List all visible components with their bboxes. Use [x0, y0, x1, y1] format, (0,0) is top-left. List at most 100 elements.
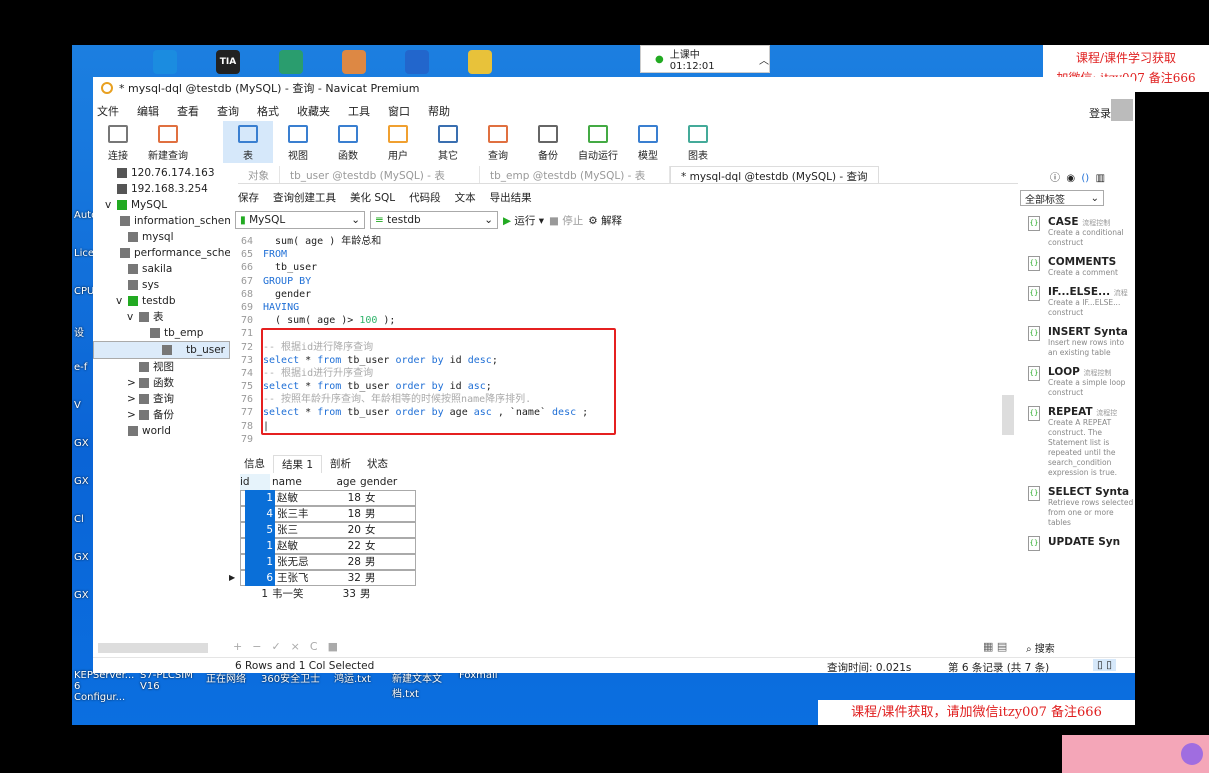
table-row[interactable]: 6 王张飞 32 男 ▶: [229, 570, 416, 586]
toolbar-chart-button[interactable]: 图表: [673, 121, 723, 163]
menu-3[interactable]: 查询: [217, 103, 239, 119]
tab-0[interactable]: 对象: [238, 166, 280, 183]
table-cell[interactable]: 1: [245, 554, 275, 570]
tree-item[interactable]: 192.168.3.254: [93, 181, 230, 197]
toolbar-user-button[interactable]: 用户: [373, 121, 423, 163]
toolbar-schedule-button[interactable]: 自动运行: [573, 121, 623, 163]
chevron-icon[interactable]: v: [127, 309, 135, 325]
grid-button-2[interactable]: ✓: [271, 640, 280, 653]
chevron-icon[interactable]: v: [116, 293, 124, 309]
desktop-label[interactable]: 新建文本文档.txt: [392, 670, 452, 700]
grid-button-0[interactable]: +: [233, 640, 242, 653]
desktop-label[interactable]: S7-PLCSIM V16: [140, 670, 200, 692]
column-header[interactable]: age: [320, 474, 356, 490]
tab-2[interactable]: tb_emp @testdb (MySQL) - 表: [480, 166, 670, 183]
table-cell[interactable]: 赵敏: [275, 538, 325, 554]
menu-8[interactable]: 帮助: [428, 103, 450, 119]
toolbar-tools-button[interactable]: 其它: [423, 121, 473, 163]
result-grid[interactable]: id name age gender 1 赵敏 18 女 4 张三丰 18 男 5 张三 20 女 1 赵敏 22 女…: [229, 474, 416, 602]
menu-4[interactable]: 格式: [257, 103, 279, 119]
toolbar-plug-button[interactable]: 连接: [93, 121, 143, 163]
table-cell[interactable]: 32: [325, 570, 361, 586]
grid-button-5[interactable]: ■: [328, 640, 338, 653]
tag-filter-select[interactable]: 全部标签 ⌄: [1020, 190, 1104, 206]
table-cell[interactable]: 1: [240, 586, 270, 602]
tree-item[interactable]: > 查询: [93, 391, 230, 407]
tree-item[interactable]: > 函数: [93, 375, 230, 391]
table-cell[interactable]: 赵敏: [275, 490, 325, 506]
chevron-up-icon[interactable]: ︿: [759, 52, 769, 67]
connection-select[interactable]: ▮ MySQL ⌄: [235, 211, 365, 229]
table-cell[interactable]: 女: [361, 538, 411, 554]
menu-1[interactable]: 编辑: [137, 103, 159, 119]
snippet-item[interactable]: {} INSERT Synta Insert new rows into an e…: [1028, 326, 1135, 358]
tab-3[interactable]: * mysql-dql @testdb (MySQL) - 查询: [670, 166, 879, 183]
stop-button[interactable]: ■ 停止: [549, 213, 583, 228]
table-cell[interactable]: 女: [361, 522, 411, 538]
table-cell[interactable]: 男: [356, 586, 406, 602]
table-cell[interactable]: 张三丰: [275, 506, 325, 522]
chevron-icon[interactable]: >: [127, 391, 136, 407]
folder-icon[interactable]: [468, 50, 492, 74]
table-cell[interactable]: 男: [361, 506, 411, 522]
result-tab-0[interactable]: 信息: [236, 455, 273, 473]
snippet-item[interactable]: {} SELECT Synta Retrieve rows selected fr…: [1028, 486, 1135, 528]
query-toolbar-0[interactable]: 保存: [238, 190, 259, 205]
tree-item[interactable]: v表: [93, 309, 230, 325]
tree-item[interactable]: tb_user: [93, 341, 230, 359]
k-icon[interactable]: [405, 50, 429, 74]
table-cell[interactable]: 男: [361, 554, 411, 570]
view-toggle[interactable]: ▦ ▤: [983, 640, 1007, 653]
tree-item[interactable]: 视图: [93, 359, 230, 375]
login-link[interactable]: 登录: [1089, 105, 1111, 121]
result-tab-3[interactable]: 状态: [359, 455, 396, 473]
table-cell[interactable]: 男: [361, 570, 411, 586]
editor-scrollbar[interactable]: [1002, 235, 1014, 635]
toolbar-new-query-button[interactable]: 新建查询: [143, 121, 193, 163]
app3-icon[interactable]: [279, 50, 303, 74]
menu-6[interactable]: 工具: [348, 103, 370, 119]
explain-button[interactable]: ⚙ 解释: [588, 213, 622, 228]
tree-item[interactable]: v testdb: [93, 293, 230, 309]
tree-item[interactable]: information_schema: [93, 213, 230, 229]
menu-7[interactable]: 窗口: [388, 103, 410, 119]
horizontal-scrollbar[interactable]: [98, 643, 208, 653]
snippet-item[interactable]: {} CASE 流程控制 Create a conditional construc…: [1028, 216, 1135, 248]
table-cell[interactable]: 18: [325, 490, 361, 506]
tree-item[interactable]: > 备份: [93, 407, 230, 423]
chevron-icon[interactable]: >: [127, 375, 136, 391]
query-toolbar-1[interactable]: 查询创建工具: [273, 190, 336, 205]
table-cell[interactable]: 女: [361, 490, 411, 506]
table-cell[interactable]: 张三: [275, 522, 325, 538]
table-row[interactable]: 1 张无忌 28 男: [240, 554, 416, 570]
layout-toggle[interactable]: ▯ ▯: [1093, 659, 1116, 671]
menu-2[interactable]: 查看: [177, 103, 199, 119]
grid-button-4[interactable]: C: [310, 640, 318, 653]
table-cell[interactable]: 18: [325, 506, 361, 522]
table-cell[interactable]: 1: [245, 490, 275, 506]
chevron-icon[interactable]: v: [105, 197, 113, 213]
toolbar-backup-button[interactable]: 备份: [523, 121, 573, 163]
column-header[interactable]: name: [270, 474, 320, 490]
table-cell[interactable]: 1: [245, 538, 275, 554]
snippet-search[interactable]: ⌕ 搜索: [1026, 640, 1055, 655]
download-helper-badge[interactable]: [1062, 735, 1209, 773]
table-cell[interactable]: 6: [245, 570, 275, 586]
table-row[interactable]: 1 韦一笑 33 男: [240, 586, 416, 602]
snippet-item[interactable]: {} COMMENTS Create a comment: [1028, 256, 1135, 278]
grid-button-3[interactable]: ×: [291, 640, 300, 653]
app4-icon[interactable]: [342, 50, 366, 74]
query-toolbar-5[interactable]: 导出结果: [490, 190, 532, 205]
table-cell[interactable]: 5: [245, 522, 275, 538]
tree-item[interactable]: performance_schema: [93, 245, 230, 261]
tree-item[interactable]: 120.76.174.163: [93, 165, 230, 181]
database-select[interactable]: ≡ testdb ⌄: [370, 211, 498, 229]
table-cell[interactable]: 张无忌: [275, 554, 325, 570]
tree-item[interactable]: mysql: [93, 229, 230, 245]
result-tab-2[interactable]: 剖析: [322, 455, 359, 473]
table-cell[interactable]: 4: [245, 506, 275, 522]
snippet-item[interactable]: {} LOOP 流程控制 Create a simple loop construc…: [1028, 366, 1135, 398]
query-toolbar-4[interactable]: 文本: [455, 190, 476, 205]
table-row[interactable]: 1 赵敏 18 女: [240, 490, 416, 506]
tia-icon[interactable]: TIA: [216, 50, 240, 74]
